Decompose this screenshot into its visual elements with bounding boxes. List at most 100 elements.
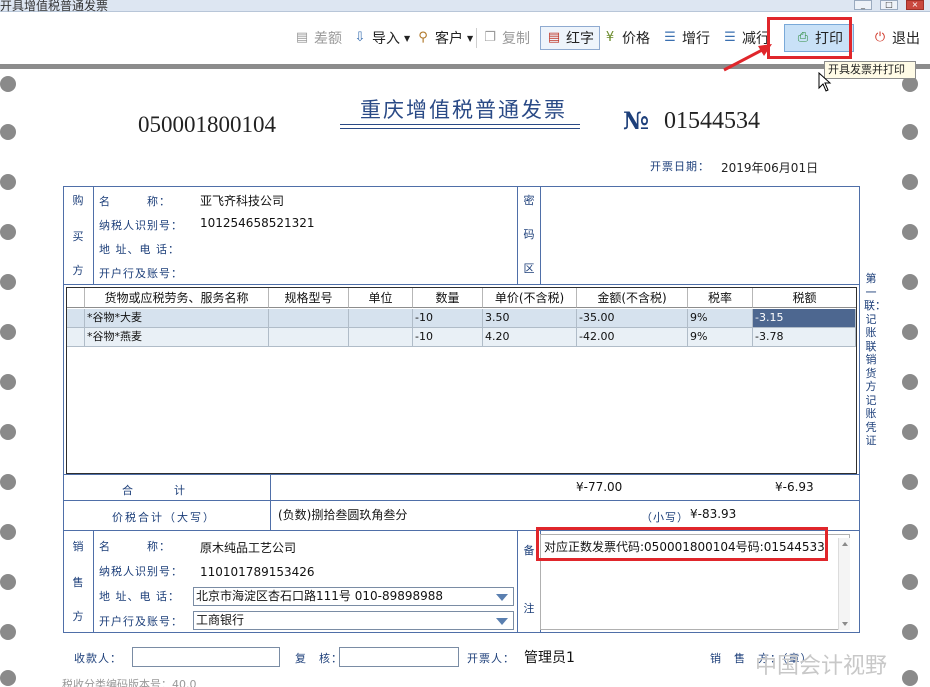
grand-total-small: ¥-83.93 — [690, 507, 737, 521]
seller-name-label: 名 称： — [99, 540, 171, 553]
seller-label-2: 售 — [72, 576, 84, 589]
payee-input[interactable] — [132, 647, 280, 667]
minimize-icon[interactable]: _ — [854, 0, 872, 10]
seller-bank-select[interactable]: 工商银行 — [193, 611, 514, 630]
buyer-address-label: 地 址、电 话： — [99, 243, 180, 256]
red-invoice-button[interactable]: ▤ 红字 — [540, 26, 600, 50]
toolbar-separator — [476, 28, 477, 48]
item-tax-cell[interactable]: -3.78 — [753, 328, 856, 347]
item-rate-cell[interactable]: 9% — [688, 328, 753, 347]
item-name-cell[interactable]: *谷物*燕麦 — [85, 328, 269, 347]
perforation-hole — [0, 524, 16, 540]
customer-button[interactable]: ⚲ 客户 ▼ — [415, 26, 473, 50]
cipher-label-1: 密 — [523, 194, 535, 207]
divider — [270, 474, 271, 530]
item-tax-cell[interactable]: -3.15 — [753, 309, 856, 328]
divider — [517, 186, 518, 284]
item-name-cell[interactable]: *谷物*大麦 — [85, 309, 269, 328]
number-sign: № — [623, 106, 650, 135]
remark-scrollbar[interactable] — [838, 538, 850, 630]
copy-side-note: 第一联：记账联 销货方记账凭证 — [864, 272, 888, 447]
table-header-unit: 单位 — [349, 288, 413, 308]
item-unit-cell[interactable] — [349, 309, 413, 328]
buyer-label-1: 购 — [72, 194, 84, 207]
row-marker[interactable] — [67, 309, 85, 328]
perforation-hole — [0, 174, 16, 190]
perforation-hole — [0, 224, 16, 240]
perforation-hole — [0, 670, 16, 686]
price-icon: ¥ — [605, 30, 615, 45]
divider — [517, 530, 518, 633]
table-header-tax: 税额 — [753, 288, 856, 308]
item-spec-cell[interactable] — [269, 309, 349, 328]
buyer-taxid: 101254658521321 — [200, 216, 315, 230]
grand-total-small-label: （小写） — [641, 511, 689, 524]
total-label: 合 计 — [122, 484, 187, 497]
perforation-hole — [0, 374, 16, 390]
watermark: 中国会计视野 — [755, 654, 888, 679]
power-icon: ⏻ — [874, 30, 886, 45]
row-marker[interactable] — [67, 328, 85, 347]
table-row[interactable]: *谷物*大麦 -10 3.50 -35.00 9% -3.15 — [67, 309, 856, 328]
import-button[interactable]: ⇩ 导入 ▼ — [352, 26, 411, 50]
cipher-label-2: 码 — [523, 228, 535, 241]
chevron-down-icon[interactable] — [496, 618, 508, 625]
customer-label: 客户 — [435, 31, 463, 47]
perforation-hole — [0, 124, 16, 140]
perforation-hole — [902, 324, 918, 340]
price-button[interactable]: ¥ 价格 — [602, 26, 650, 50]
item-amount-cell[interactable]: -42.00 — [577, 328, 688, 347]
divider — [93, 530, 94, 633]
diff-icon: ▤ — [295, 30, 309, 45]
exit-button[interactable]: ⏻ 退出 — [872, 26, 920, 50]
item-qty-cell[interactable]: -10 — [413, 309, 483, 328]
remark-label-1: 备 — [523, 544, 535, 557]
perforation-hole — [902, 670, 918, 686]
divider — [63, 500, 860, 501]
annotation-arrow-icon — [723, 44, 772, 72]
copy-button[interactable]: ❐ 复制 — [482, 26, 530, 50]
perforation-hole — [902, 224, 918, 240]
perforation-hole — [0, 474, 16, 490]
red-invoice-label: 红字 — [566, 31, 594, 47]
copy-label: 复制 — [502, 31, 530, 47]
bottom-version-text: 税收分类编码版本号：40.0 — [62, 678, 197, 687]
grand-total-words: (负数)捌拾叁圆玖角叁分 — [278, 508, 408, 522]
reviewer-input[interactable] — [339, 647, 459, 667]
close-icon[interactable]: × — [906, 0, 924, 10]
perforation-hole — [902, 524, 918, 540]
goods-table[interactable]: 货物或应税劳务、服务名称 规格型号 单位 数量 单价(不含税) 金额(不含税) … — [66, 287, 857, 474]
item-unit-cell[interactable] — [349, 328, 413, 347]
add-row-button[interactable]: ☰ 增行 — [662, 26, 710, 50]
chevron-down-icon[interactable] — [496, 594, 508, 601]
customer-icon: ⚲ — [418, 30, 428, 45]
drawer-name: 管理员1 — [524, 650, 575, 666]
invoice-code: 050001800104 — [138, 112, 276, 137]
item-spec-cell[interactable] — [269, 328, 349, 347]
seller-label-3: 方 — [72, 610, 84, 623]
title-underline — [340, 124, 580, 125]
item-amount-cell[interactable]: -35.00 — [577, 309, 688, 328]
maximize-icon[interactable]: □ — [880, 0, 898, 10]
table-header-rate: 税率 — [688, 288, 753, 308]
perforation-hole — [902, 624, 918, 640]
drawer-label: 开票人： — [467, 652, 515, 665]
buyer-bank-label: 开户行及账号： — [99, 267, 183, 280]
diff-button[interactable]: ▤ 差额 — [294, 26, 342, 50]
table-header-amount: 金额(不含税) — [577, 288, 688, 308]
perforation-hole — [0, 574, 16, 590]
cipher-label-3: 区 — [523, 262, 535, 275]
table-row[interactable]: *谷物*燕麦 -10 4.20 -42.00 9% -3.78 — [67, 328, 856, 347]
item-price-cell[interactable]: 4.20 — [483, 328, 577, 347]
item-price-cell[interactable]: 3.50 — [483, 309, 577, 328]
seller-address-select[interactable]: 北京市海淀区杏石口路111号 010-89898988 — [193, 587, 514, 606]
mouse-cursor-icon — [818, 72, 832, 92]
item-rate-cell[interactable]: 9% — [688, 309, 753, 328]
import-icon: ⇩ — [354, 30, 366, 45]
perforation-hole — [902, 274, 918, 290]
item-qty-cell[interactable]: -10 — [413, 328, 483, 347]
table-header-qty: 数量 — [413, 288, 483, 308]
toolbar-divider — [0, 64, 930, 69]
perforation-hole — [902, 374, 918, 390]
perforation-hole — [0, 76, 16, 92]
